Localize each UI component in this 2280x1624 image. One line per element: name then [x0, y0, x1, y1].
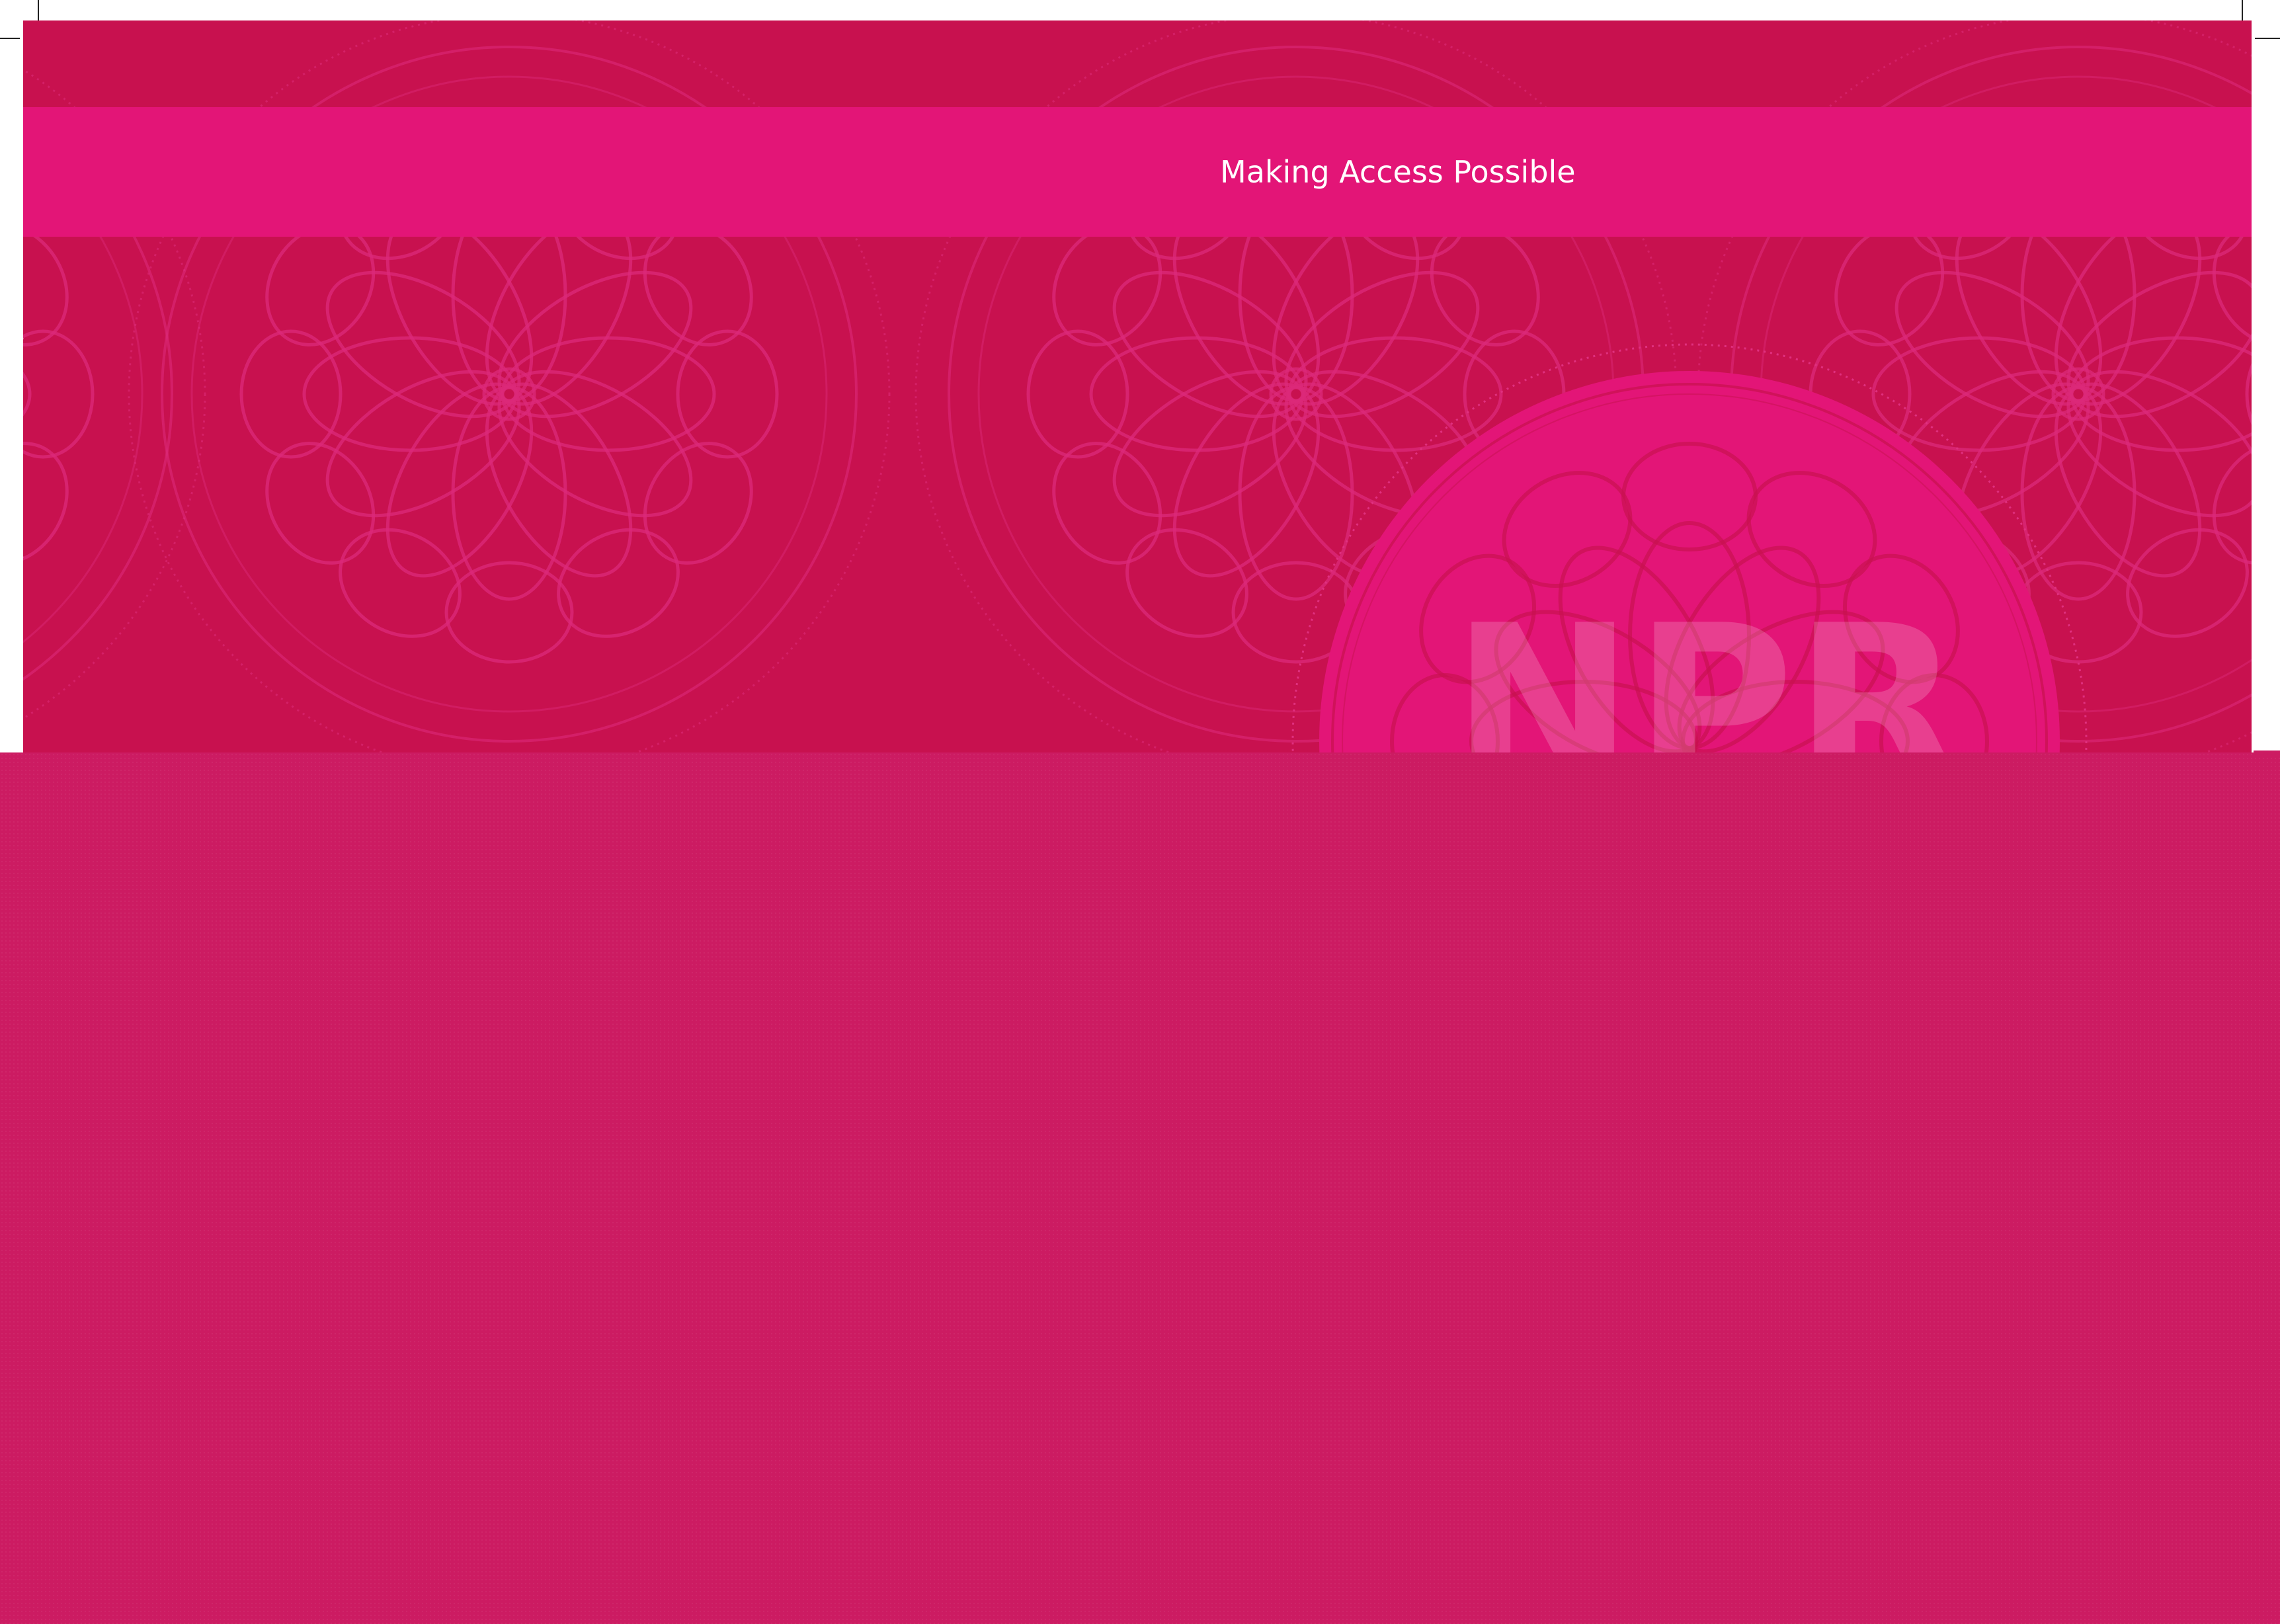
watermark-text: NPR: [1451, 579, 1962, 761]
tagline-band: Making Access Possible: [23, 107, 2252, 237]
cover-panel: NPR Making Access Possible: [23, 20, 2252, 761]
crop-mark-top-right-horizontal: [2255, 38, 2280, 39]
medallion-emblem: NPR: [1291, 343, 2088, 761]
tagline-text: Making Access Possible: [1220, 154, 1576, 190]
crop-mark-top-left-horizontal: [0, 38, 20, 39]
overlay-edge-step: [2254, 751, 2280, 757]
magenta-overlay-panel: [0, 752, 2280, 1624]
